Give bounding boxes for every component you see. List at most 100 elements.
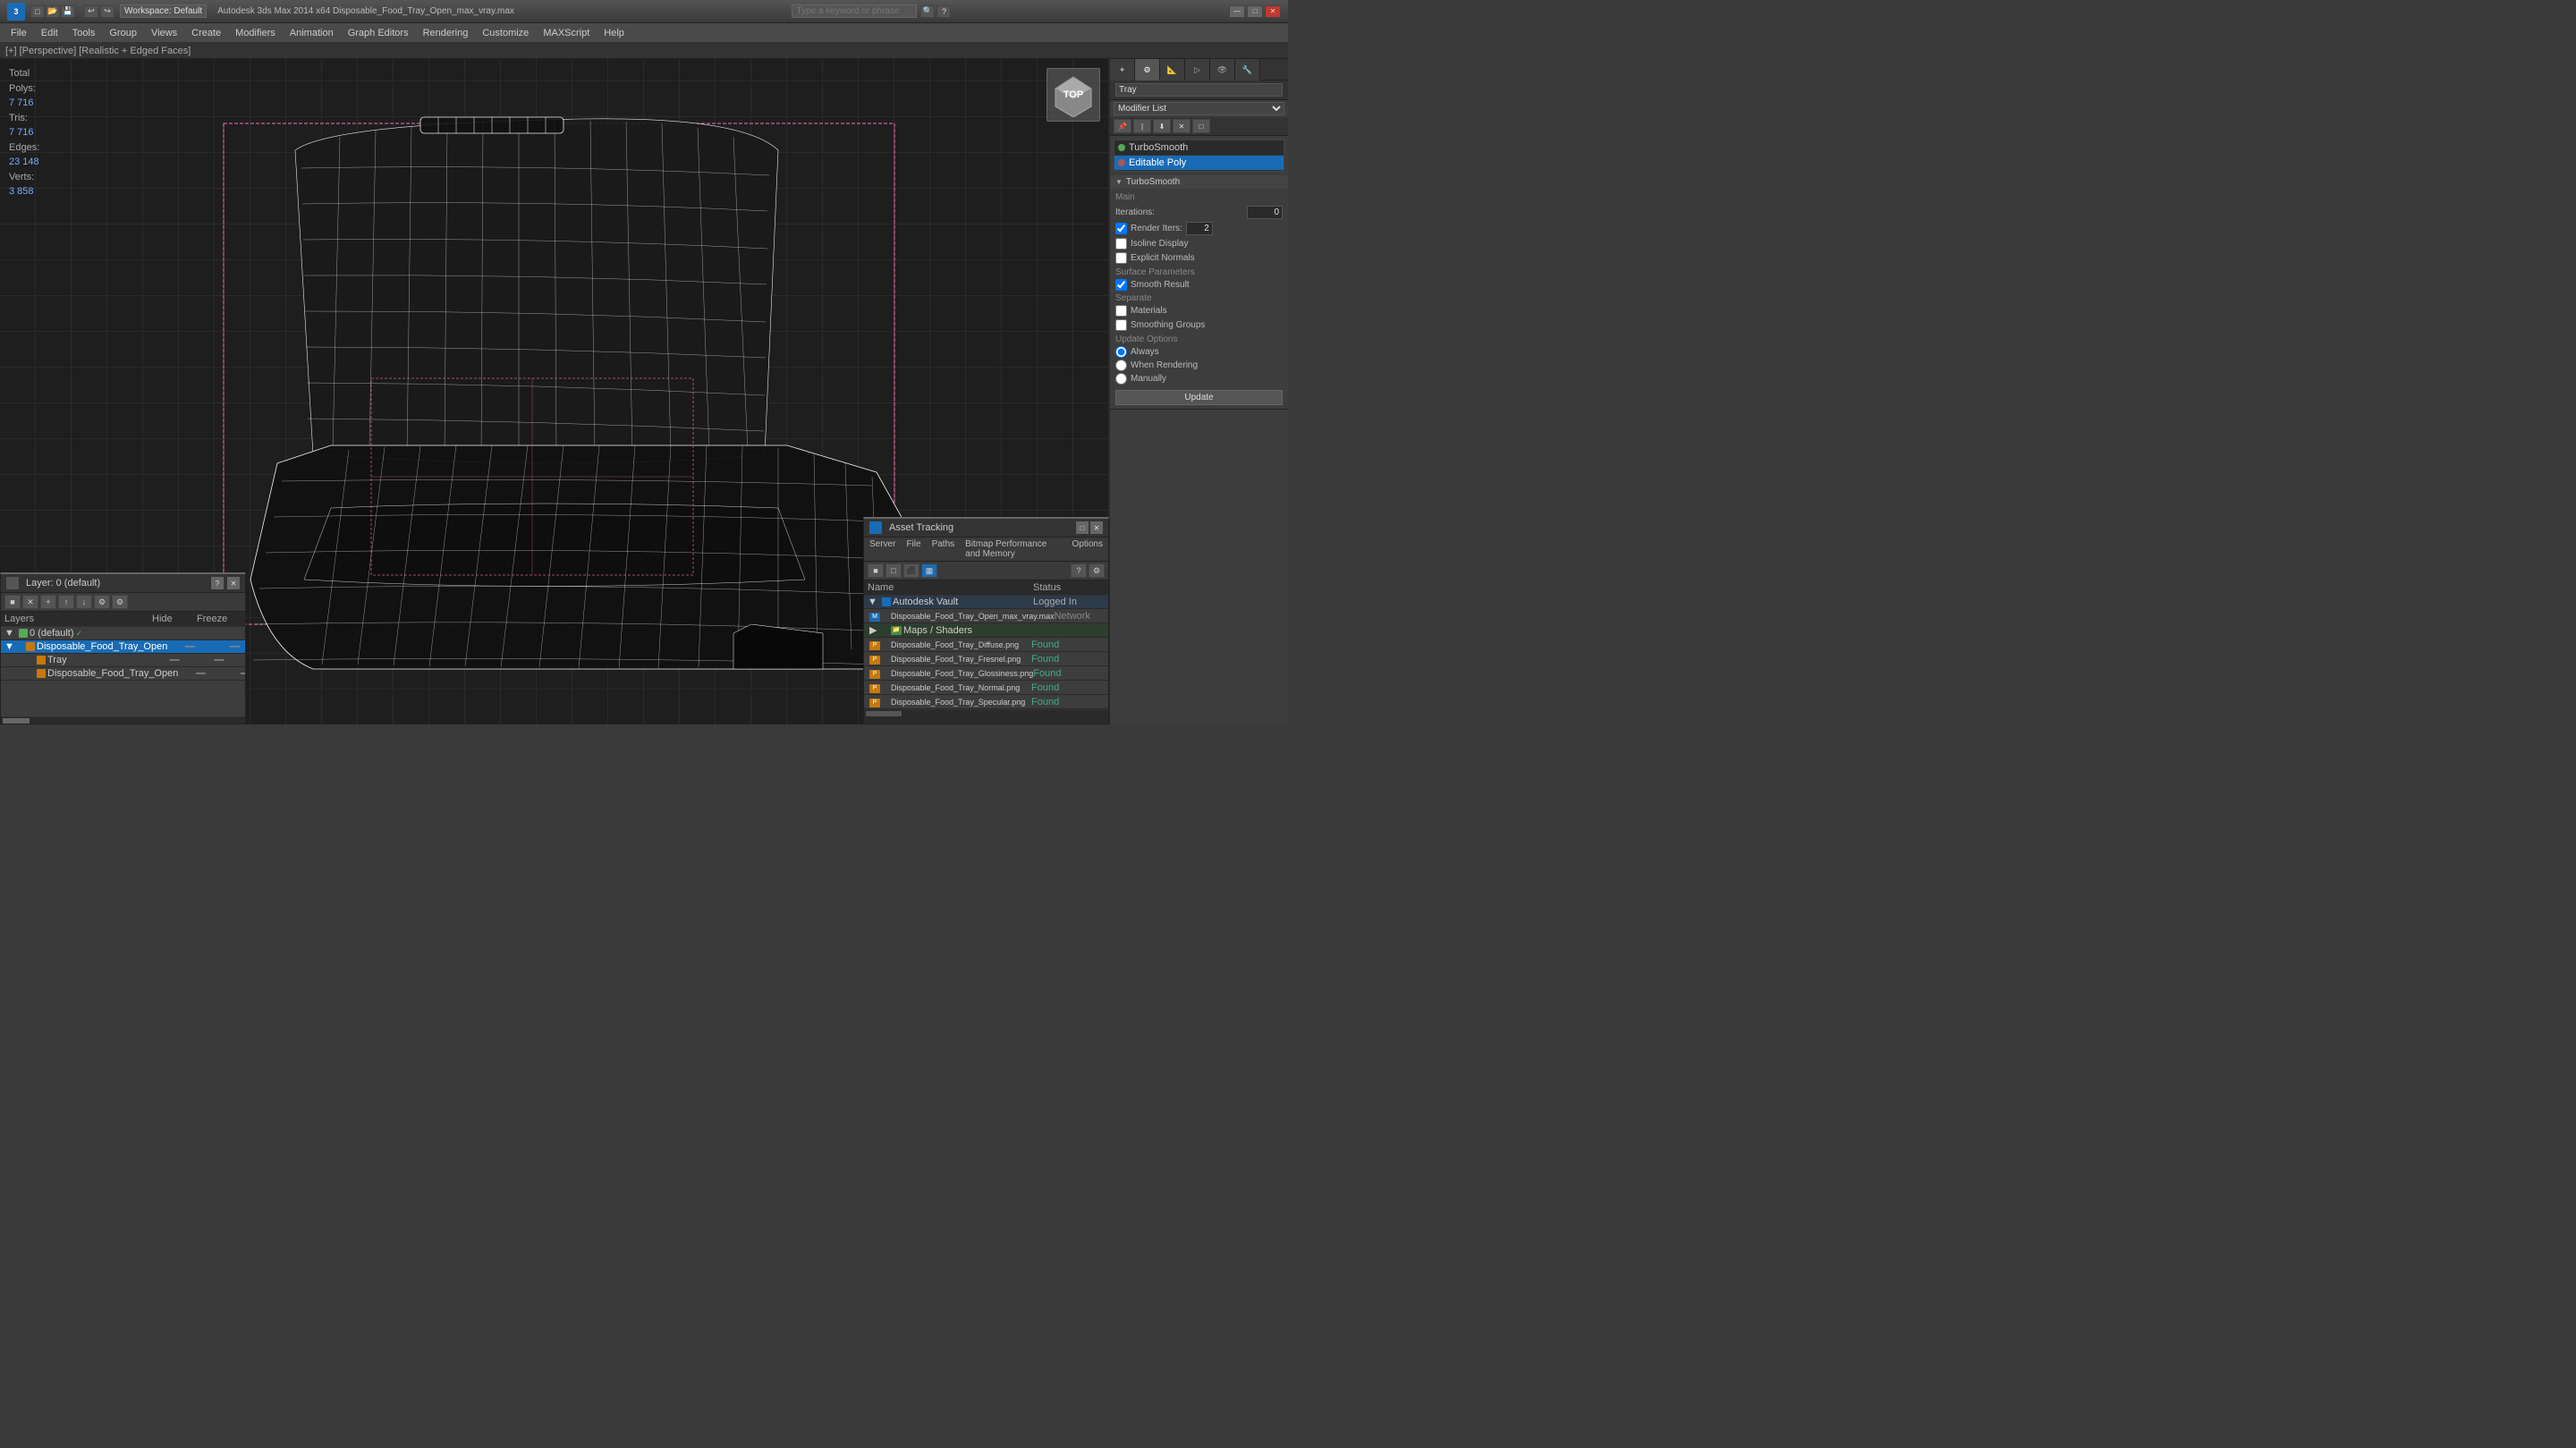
mod-btn-2[interactable]: | (1133, 119, 1151, 133)
hierarchy-tab[interactable]: 📐 (1160, 59, 1185, 80)
turbosmooth-header[interactable]: TurboSmooth (1110, 175, 1288, 189)
menu-help[interactable]: Help (597, 26, 631, 40)
redo-btn[interactable]: ↪ (100, 5, 114, 18)
orientation-cube[interactable]: TOP (1046, 68, 1100, 122)
menu-rendering[interactable]: Rendering (416, 26, 476, 40)
layer-scroll-area[interactable]: ▼ 0 (default) ✓ ▼ Disposable_Food_Tray_O… (1, 627, 245, 716)
isoline-label: Isoline Display (1131, 239, 1188, 249)
layer-tool-4[interactable]: ↑ (58, 595, 74, 609)
layer-freeze-2[interactable]: ━━ (197, 656, 242, 665)
utilities-tab[interactable]: 🔧 (1235, 59, 1260, 80)
layer-hide-3[interactable]: ━━ (178, 669, 223, 679)
search-input[interactable] (792, 4, 917, 18)
asset-fresnel-row[interactable]: P Disposable_Food_Tray_Fresnel.png Found (864, 652, 1108, 666)
layer-tool-5[interactable]: ↓ (76, 595, 92, 609)
undo-btn[interactable]: ↩ (84, 5, 98, 18)
modifier-turbosmooth[interactable]: TurboSmooth (1114, 140, 1284, 156)
asset-menu-bitmap[interactable]: Bitmap Performance and Memory (960, 538, 1066, 561)
layer-freeze-3[interactable]: ━━ (223, 669, 245, 679)
asset-hscroll-thumb[interactable] (866, 711, 902, 716)
asset-tool-1[interactable]: ■ (868, 563, 884, 578)
layer-hide-2[interactable]: ━━ (152, 656, 197, 665)
save-btn[interactable]: 💾 (61, 5, 75, 18)
menu-modifiers[interactable]: Modifiers (228, 26, 283, 40)
always-radio[interactable] (1115, 346, 1127, 358)
asset-menu-file[interactable]: File (901, 538, 926, 561)
layer-tool-7[interactable]: ⚙ (112, 595, 128, 609)
menu-file[interactable]: File (4, 26, 34, 40)
motion-tab[interactable]: ▷ (1185, 59, 1210, 80)
materials-checkbox[interactable] (1115, 305, 1127, 317)
asset-tool-3[interactable]: ⬛ (903, 563, 919, 578)
layer-tool-2[interactable]: ✕ (22, 595, 38, 609)
mod-btn-5[interactable]: □ (1192, 119, 1210, 133)
layer-row-open[interactable]: ▼ Disposable_Food_Tray_Open ━━ ━━ (1, 640, 245, 654)
explicit-normals-checkbox[interactable] (1115, 252, 1127, 264)
asset-help-btn[interactable]: ? (1071, 563, 1087, 578)
menu-customize[interactable]: Customize (475, 26, 536, 40)
asset-diffuse-row[interactable]: P Disposable_Food_Tray_Diffuse.png Found (864, 638, 1108, 652)
layer-tool-3[interactable]: + (40, 595, 56, 609)
layer-row-tray[interactable]: Tray ━━ ━━ (1, 654, 245, 667)
asset-tool-2[interactable]: □ (886, 563, 902, 578)
object-name-input[interactable] (1115, 83, 1283, 97)
layer-close-btn[interactable]: ✕ (227, 577, 240, 589)
asset-normal-row[interactable]: P Disposable_Food_Tray_Normal.png Found (864, 681, 1108, 695)
mod-btn-4[interactable]: ✕ (1173, 119, 1191, 133)
asset-specular-row[interactable]: P Disposable_Food_Tray_Specular.png Foun… (864, 695, 1108, 709)
layer-row-tray2[interactable]: Disposable_Food_Tray_Open ━━ ━━ (1, 667, 245, 681)
new-btn[interactable]: □ (30, 5, 45, 18)
minimize-btn[interactable]: — (1229, 5, 1245, 18)
pin-btn[interactable]: 📌 (1114, 119, 1131, 133)
asset-hscroll[interactable] (864, 709, 1108, 716)
asset-vault-row[interactable]: ▼ Autodesk Vault Logged In (864, 596, 1108, 609)
asset-glossiness-row[interactable]: P Disposable_Food_Tray_Glossiness.png Fo… (864, 666, 1108, 681)
layer-row-default[interactable]: ▼ 0 (default) ✓ (1, 627, 245, 640)
render-iters-input[interactable] (1186, 222, 1213, 235)
menu-animation[interactable]: Animation (283, 26, 341, 40)
layer-tool-1[interactable]: ■ (4, 595, 21, 609)
layer-hide-1[interactable]: ━━ (167, 642, 212, 652)
layer-help-btn[interactable]: ? (211, 577, 224, 589)
open-btn[interactable]: 📂 (46, 5, 60, 18)
manually-radio[interactable] (1115, 373, 1127, 385)
isoline-checkbox[interactable] (1115, 238, 1127, 250)
asset-maxfile-row[interactable]: M Disposable_Food_Tray_Open_max_vray.max… (864, 609, 1108, 623)
smoothing-groups-checkbox[interactable] (1115, 319, 1127, 331)
asset-settings-btn[interactable]: ⚙ (1089, 563, 1105, 578)
close-btn[interactable]: ✕ (1265, 5, 1281, 18)
menu-tools[interactable]: Tools (65, 26, 103, 40)
maximize-btn[interactable]: □ (1247, 5, 1263, 18)
asset-menu-paths[interactable]: Paths (927, 538, 961, 561)
create-tab[interactable]: ✦ (1110, 59, 1135, 80)
when-rendering-radio[interactable] (1115, 360, 1127, 371)
render-iters-checkbox[interactable] (1115, 223, 1127, 234)
modifier-editablepoly[interactable]: Editable Poly (1114, 156, 1284, 171)
help-icon[interactable]: ? (936, 5, 951, 18)
menu-group[interactable]: Group (102, 26, 144, 40)
layer-freeze-1[interactable]: ━━ (212, 642, 245, 652)
layer-hscroll[interactable] (1, 716, 245, 724)
menu-views[interactable]: Views (144, 26, 184, 40)
iterations-input[interactable] (1247, 206, 1283, 219)
smooth-result-checkbox[interactable] (1115, 279, 1127, 291)
asset-tool-4[interactable]: ▦ (921, 563, 937, 578)
asset-expand-btn[interactable]: □ (1076, 521, 1089, 534)
mod-btn-3[interactable]: ⬇ (1153, 119, 1171, 133)
menu-maxscript[interactable]: MAXScript (536, 26, 597, 40)
search-icon[interactable]: 🔍 (920, 5, 935, 18)
menu-graph-editors[interactable]: Graph Editors (341, 26, 416, 40)
workspace-selector[interactable]: Workspace: Default (120, 4, 207, 18)
asset-menu-options[interactable]: Options (1067, 538, 1108, 561)
specular-icon: P (869, 696, 891, 707)
display-tab[interactable]: 👁 (1210, 59, 1235, 80)
layer-tool-6[interactable]: ⚙ (94, 595, 110, 609)
menu-create[interactable]: Create (184, 26, 228, 40)
menu-edit[interactable]: Edit (34, 26, 65, 40)
asset-menu-server[interactable]: Server (864, 538, 901, 561)
modifier-list-dropdown[interactable]: Modifier List (1114, 102, 1284, 115)
asset-close-btn[interactable]: ✕ (1090, 521, 1103, 534)
asset-maps-row[interactable]: ▶ 📁 Maps / Shaders (864, 623, 1108, 638)
modify-tab[interactable]: ⚙ (1135, 59, 1160, 80)
update-btn[interactable]: Update (1115, 390, 1283, 405)
